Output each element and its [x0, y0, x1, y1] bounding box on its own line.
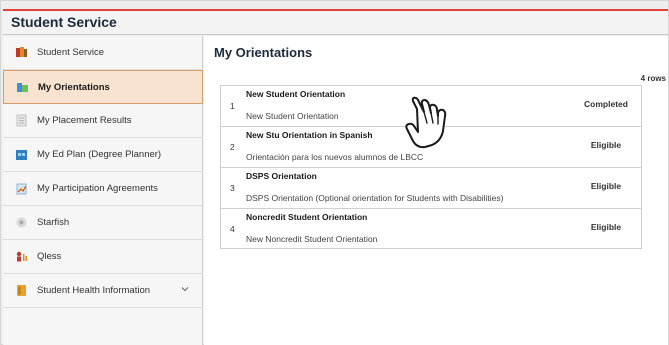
app-title: Student Service: [11, 14, 117, 30]
planner-icon: [15, 148, 28, 161]
chevron-down-icon[interactable]: [181, 285, 189, 293]
row-number: 2: [230, 142, 235, 152]
sidebar-item-qless[interactable]: Qless: [3, 240, 203, 274]
sidebar-item-label: Starfish: [37, 217, 70, 228]
orientation-title[interactable]: New Student Orientation: [246, 89, 345, 99]
list-item[interactable]: 4 Noncredit Student Orientation New Nonc…: [221, 209, 641, 250]
sidebar-item-my-ed-plan[interactable]: My Ed Plan (Degree Planner): [3, 138, 203, 172]
sidebar-item-student-service[interactable]: Student Service: [3, 36, 203, 70]
sidebar-item-my-orientations[interactable]: My Orientations: [3, 70, 203, 104]
status-badge: Eligible: [590, 181, 622, 191]
main-content: My Orientations 4 rows 1 New Student Ori…: [204, 36, 668, 345]
starfish-icon: [15, 216, 28, 229]
orientation-title[interactable]: Noncredit Student Orientation: [246, 212, 367, 222]
row-number: 3: [230, 183, 235, 193]
status-badge: Completed: [584, 99, 628, 109]
sidebar-item-label: Student Health Information: [37, 285, 151, 296]
queue-icon: [15, 250, 28, 263]
orientation-description: New Noncredit Student Orientation: [246, 234, 378, 244]
orientation-title[interactable]: DSPS Orientation: [246, 171, 317, 181]
document-icon: [15, 114, 28, 127]
orientation-title[interactable]: New Stu Orientation in Spanish: [246, 130, 373, 140]
sidebar-item-label: My Orientations: [38, 81, 110, 93]
hand-pointer-icon: [405, 95, 473, 153]
app-frame: Student Service Student Service My Orien…: [0, 0, 669, 345]
app-header: Student Service: [3, 9, 668, 35]
people-icon: [15, 46, 28, 59]
orientation-description: New Student Orientation: [246, 111, 339, 121]
sidebar-item-label: My Ed Plan (Degree Planner): [37, 149, 162, 160]
sidebar-item-my-placement-results[interactable]: My Placement Results: [3, 104, 203, 138]
page-title: My Orientations: [214, 45, 313, 60]
list-item[interactable]: 3 DSPS Orientation DSPS Orientation (Opt…: [221, 168, 641, 209]
row-number: 1: [230, 101, 235, 111]
sidebar-item-label: Qless: [37, 251, 62, 262]
sidebar-item-starfish[interactable]: Starfish: [3, 206, 203, 240]
sidebar-item-label: My Participation Agreements: [37, 183, 158, 194]
row-number: 4: [230, 224, 235, 234]
agreement-icon: [15, 182, 28, 195]
sidebar-item-label: My Placement Results: [37, 115, 132, 126]
orientation-description: DSPS Orientation (Optional orientation f…: [246, 193, 504, 203]
sidebar-item-label: Student Service: [37, 47, 105, 58]
health-icon: [15, 284, 28, 297]
sidebar-item-my-participation-agreements[interactable]: My Participation Agreements: [3, 172, 203, 206]
sidebar: Student Service My Orientations My Place…: [3, 36, 203, 345]
orientation-description: Orientación para los nuevos alumnos de L…: [246, 152, 424, 162]
status-badge: Eligible: [590, 140, 622, 150]
status-badge: Eligible: [590, 222, 622, 232]
orientation-icon: [16, 81, 29, 94]
row-count: 4 rows: [640, 74, 666, 83]
sidebar-item-student-health-information[interactable]: Student Health Information: [3, 274, 203, 308]
